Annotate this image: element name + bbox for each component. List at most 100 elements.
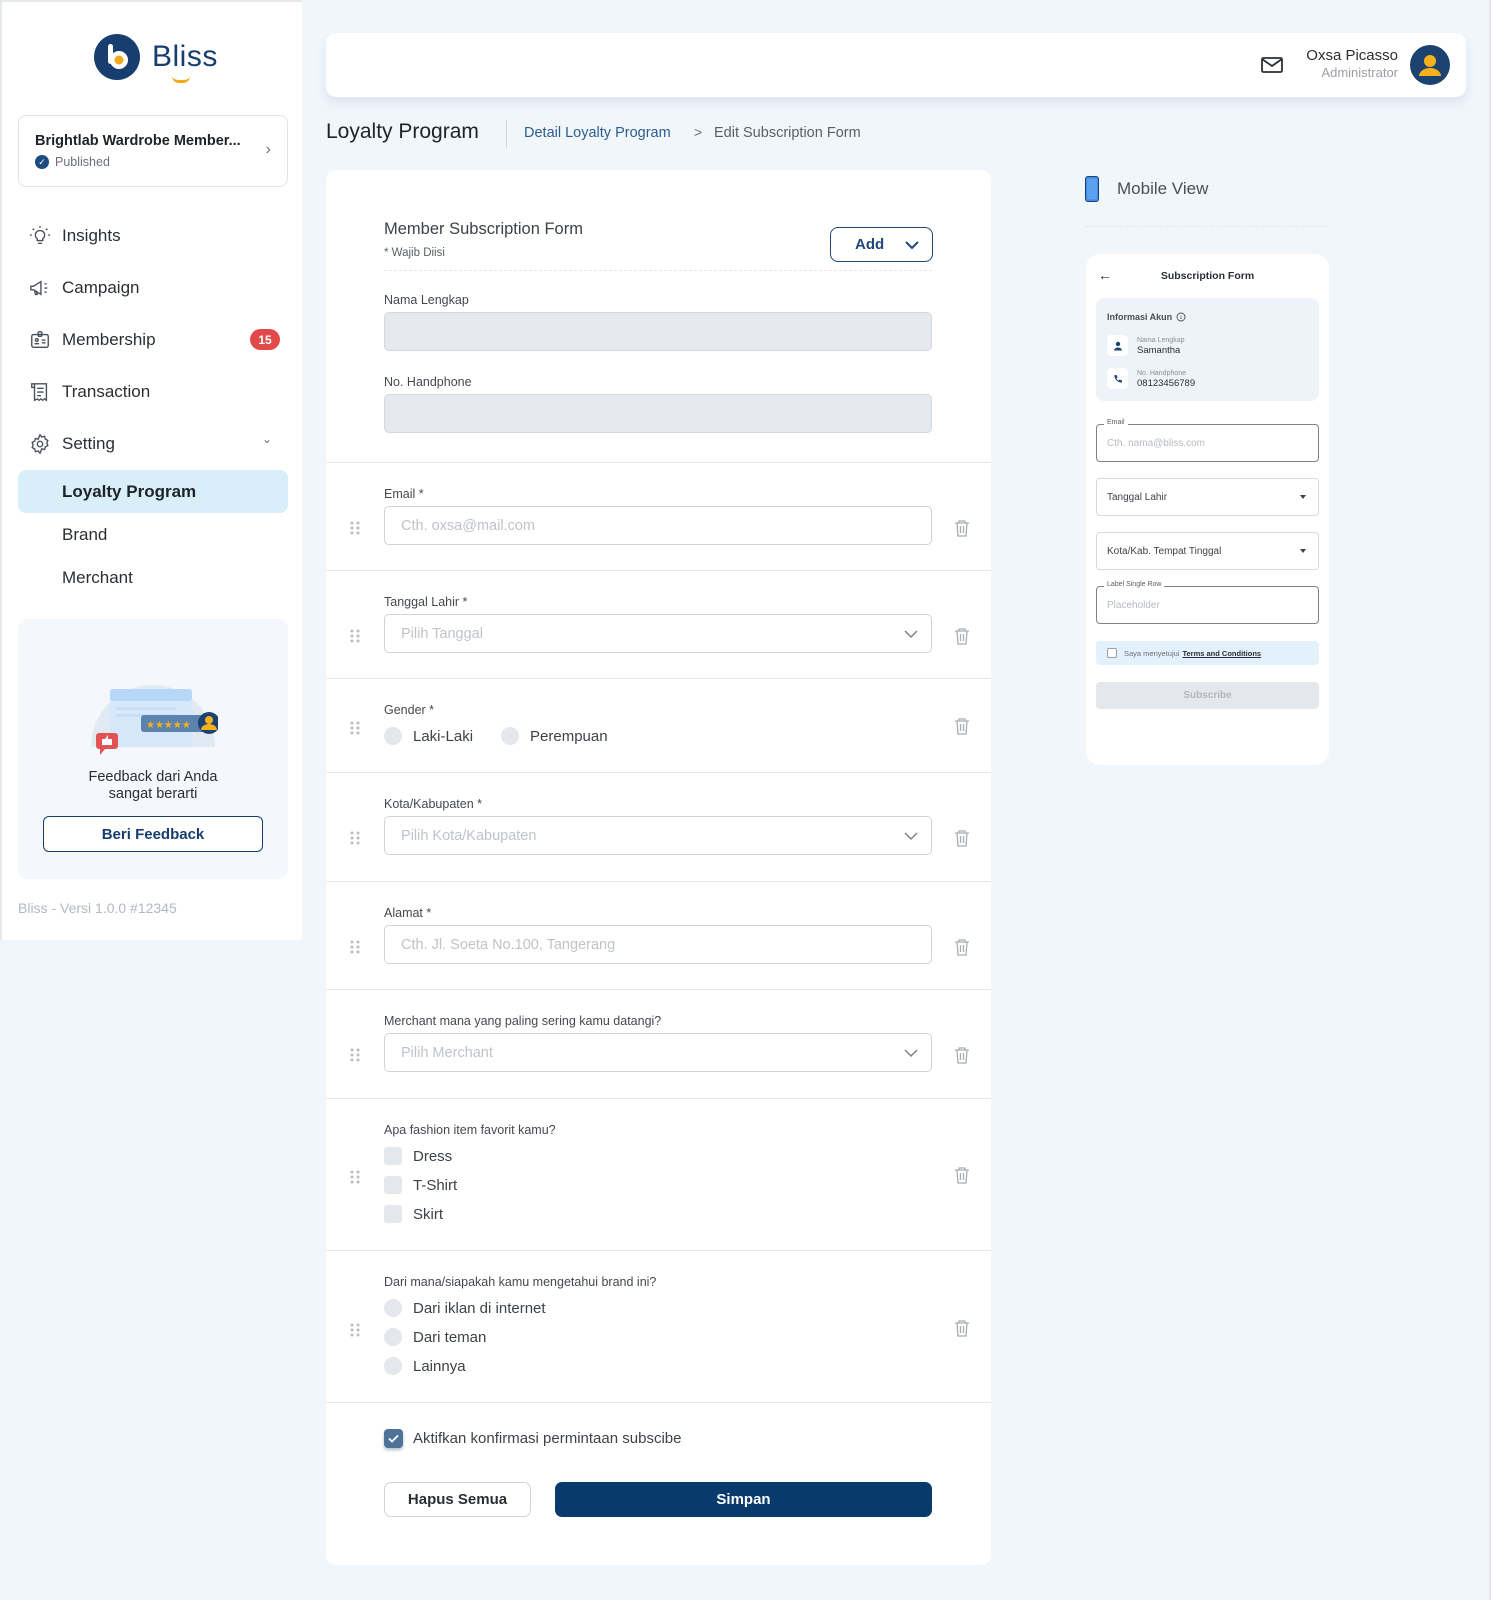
radio-button[interactable] xyxy=(501,727,520,745)
give-feedback-button[interactable]: Beri Feedback xyxy=(43,816,263,852)
sidebar-item-transaction[interactable]: Transaction xyxy=(18,366,288,418)
nav-label: Campaign xyxy=(62,278,140,297)
save-button[interactable]: Simpan xyxy=(555,1482,932,1517)
terms-link[interactable]: Terms and Conditions xyxy=(1182,649,1261,658)
sidebar-subitem-brand[interactable]: Brand xyxy=(18,513,288,556)
program-selector[interactable]: Brightlab Wardrobe Member... ✓ Published… xyxy=(18,115,288,187)
divider xyxy=(326,989,991,990)
sidebar-subitem-loyalty-program[interactable]: Loyalty Program xyxy=(18,470,288,513)
logo[interactable]: Bliss xyxy=(94,34,218,83)
mobile-single-row-input[interactable]: Label Single Row Placeholder xyxy=(1096,581,1319,624)
chevron-down-icon xyxy=(904,1049,918,1058)
feedback-card: ★★★★★ Feedback dari Anda sangat berarti … xyxy=(18,619,288,879)
trash-icon[interactable] xyxy=(954,1046,970,1064)
user-avatar-icon[interactable] xyxy=(1410,45,1450,85)
smartphone-icon xyxy=(1085,176,1099,202)
radio-label: Perempuan xyxy=(530,727,608,745)
radio-option: Dari teman xyxy=(384,1328,486,1346)
person-icon xyxy=(1107,335,1128,356)
gender-radio-group: Laki-Laki Perempuan xyxy=(384,727,608,745)
phone-input xyxy=(384,394,932,433)
radio-button[interactable] xyxy=(384,1299,402,1317)
user-role: Administrator xyxy=(1321,65,1398,80)
confirm-option: Aktifkan konfirmasi permintaan subscibe xyxy=(384,1429,681,1448)
checkbox-option: Skirt xyxy=(384,1205,443,1223)
email-input[interactable]: Cth. oxsa@mail.com xyxy=(384,506,932,545)
sidebar-item-campaign[interactable]: Campaign xyxy=(18,262,288,314)
trash-icon[interactable] xyxy=(954,627,970,645)
info-icon xyxy=(1176,312,1186,322)
mobile-preview: ← Subscription Form Informasi Akun Nama … xyxy=(1086,254,1329,765)
merchant-select[interactable]: Pilih Merchant xyxy=(384,1033,932,1072)
checkbox[interactable] xyxy=(384,1147,402,1165)
radio-button[interactable] xyxy=(384,727,402,745)
clear-all-button[interactable]: Hapus Semua xyxy=(384,1482,531,1517)
nav-label: Insights xyxy=(62,226,121,245)
breadcrumb-divider xyxy=(506,120,507,148)
divider xyxy=(326,1098,991,1099)
trash-icon[interactable] xyxy=(954,717,970,735)
drag-handle-icon[interactable] xyxy=(350,521,360,535)
dropdown-arrow-icon xyxy=(1300,495,1306,499)
page-title: Loyalty Program xyxy=(326,120,479,143)
mobile-email-input[interactable]: Email Cth. nama@bliss.com xyxy=(1096,419,1319,462)
receipt-icon xyxy=(28,380,52,404)
city-select[interactable]: Pilih Kota/Kabupaten xyxy=(384,816,932,855)
sidebar-item-membership[interactable]: Membership 15 xyxy=(18,314,288,366)
birthdate-select[interactable]: Pilih Tanggal xyxy=(384,614,932,653)
drag-handle-icon[interactable] xyxy=(350,721,360,735)
divider xyxy=(326,881,991,882)
status-label: Published xyxy=(55,155,110,169)
drag-handle-icon[interactable] xyxy=(350,1048,360,1062)
trash-icon[interactable] xyxy=(954,829,970,847)
divider xyxy=(1085,226,1329,227)
notification-badge: 15 xyxy=(250,329,280,350)
mobile-birthdate-select[interactable]: Tanggal Lahir xyxy=(1096,478,1319,516)
radio-button[interactable] xyxy=(384,1357,402,1375)
form-title: Member Subscription Form xyxy=(384,220,583,238)
nav-label: Membership xyxy=(62,330,156,349)
drag-handle-icon[interactable] xyxy=(350,629,360,643)
drag-handle-icon[interactable] xyxy=(350,1323,360,1337)
checkbox[interactable] xyxy=(384,1205,402,1223)
radio-label: Laki-Laki xyxy=(413,727,474,745)
user-info: Oxsa Picasso Administrator xyxy=(1306,47,1398,80)
required-note: * Wajib Diisi xyxy=(384,247,445,259)
add-field-button[interactable]: Add xyxy=(830,227,933,262)
sidebar-item-setting[interactable]: Setting ⌄ xyxy=(18,418,288,470)
mobile-city-select[interactable]: Kota/Kab. Tempat Tinggal xyxy=(1096,532,1319,570)
sidebar-subitem-merchant[interactable]: Merchant xyxy=(18,556,288,599)
version-label: Bliss - Versi 1.0.0 #12345 xyxy=(18,900,177,916)
drag-handle-icon[interactable] xyxy=(350,940,360,954)
field-label: Gender * xyxy=(384,703,435,717)
trash-icon[interactable] xyxy=(954,519,970,537)
divider xyxy=(326,1250,991,1251)
address-input[interactable]: Cth. Jl. Soeta No.100, Tangerang xyxy=(384,925,932,964)
breadcrumb-separator-icon: > xyxy=(694,124,703,140)
checkbox[interactable] xyxy=(384,1176,402,1194)
drag-handle-icon[interactable] xyxy=(350,831,360,845)
drag-handle-icon[interactable] xyxy=(350,1170,360,1184)
trash-icon[interactable] xyxy=(954,1166,970,1184)
mail-icon[interactable] xyxy=(1260,55,1284,75)
confirm-checkbox[interactable] xyxy=(384,1429,403,1448)
divider xyxy=(326,772,991,773)
chevron-down-icon: ⌄ xyxy=(261,432,272,446)
field-label: Merchant mana yang paling sering kamu da… xyxy=(384,1014,662,1028)
radio-button[interactable] xyxy=(384,1328,402,1346)
breadcrumb-link-detail[interactable]: Detail Loyalty Program xyxy=(524,125,671,141)
checkbox-option: Dress xyxy=(384,1147,452,1165)
field-label: Email * xyxy=(384,487,424,501)
mobile-screen-title: Subscription Form xyxy=(1160,270,1255,282)
trash-icon[interactable] xyxy=(954,1319,970,1337)
field-label: Alamat * xyxy=(384,906,432,920)
sidebar-item-insights[interactable]: Insights xyxy=(18,210,288,262)
trash-icon[interactable] xyxy=(954,938,970,956)
sidebar-nav: Insights Campaign Membership 15 Transact… xyxy=(18,210,288,599)
gear-icon xyxy=(28,432,52,456)
subscribe-button[interactable]: Subscribe xyxy=(1096,682,1319,709)
terms-checkbox[interactable] xyxy=(1107,648,1117,658)
account-info-card: Informasi Akun Nama Lengkap Samantha No. … xyxy=(1096,298,1319,401)
mobile-view-header: Mobile View xyxy=(1085,176,1208,202)
chevron-down-icon xyxy=(905,240,919,249)
